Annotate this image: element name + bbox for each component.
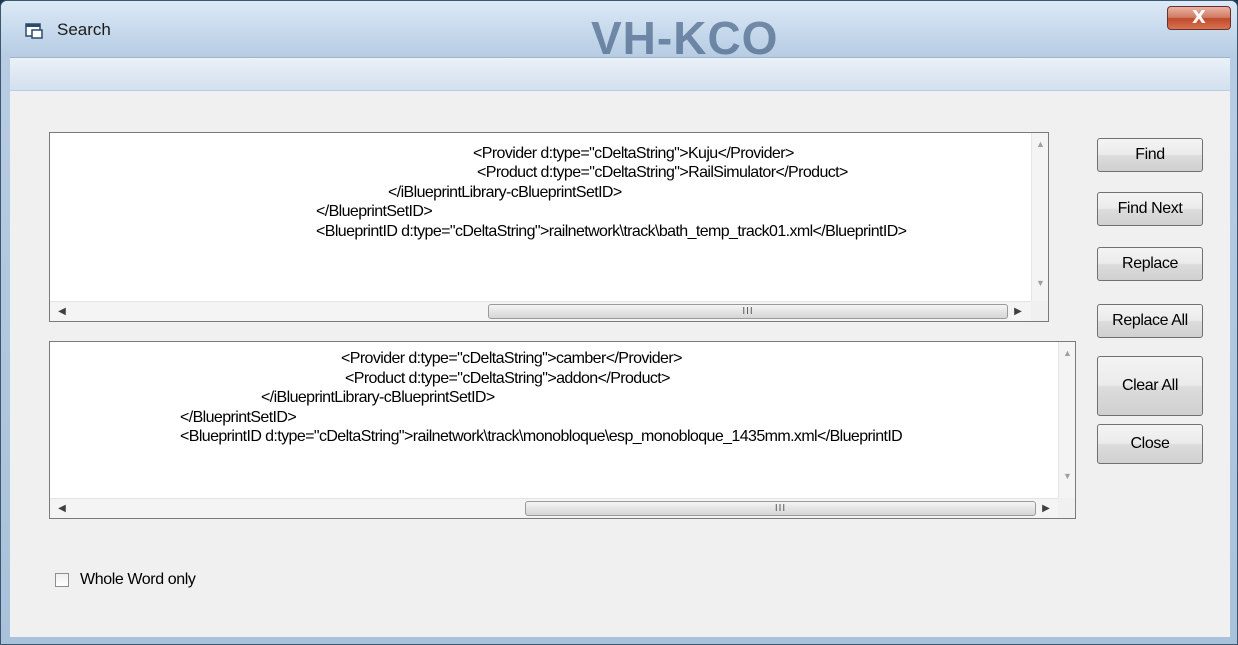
find-button[interactable]: Find [1097,138,1203,172]
grip-icon: III [742,306,754,317]
menu-strip [10,57,1230,90]
scroll-left-icon[interactable]: ◀ [52,499,72,518]
find-line-3: </iBlueprintLibrary-cBlueprintSetID> [388,184,622,201]
replace-all-button[interactable]: Replace All [1097,304,1203,338]
scrollbar-corner [1058,498,1075,518]
grip-icon: III [774,503,787,514]
scroll-up-icon[interactable]: ▲ [1032,136,1048,153]
search-dialog: VH-KCO Search X <Provider d:type="cDelta… [0,0,1238,645]
close-button[interactable]: Close [1097,424,1203,464]
replace-line-2: <Product d:type="cDeltaString">addon</Pr… [345,370,670,387]
whole-word-checkbox[interactable] [55,573,69,587]
title-bar[interactable]: VH-KCO Search X [1,1,1237,57]
replace-horizontal-scrollbar[interactable]: ◀ III ▶ [50,498,1058,518]
scroll-down-icon[interactable]: ▼ [1032,275,1048,292]
replace-line-4: </BlueprintSetID> [180,409,297,426]
background-wallpaper-text: VH-KCO [591,15,779,57]
replace-text-content: <Provider d:type="cDeltaString">camber</… [50,342,903,475]
scroll-down-icon[interactable]: ▼ [1059,468,1075,485]
scroll-up-icon[interactable]: ▲ [1059,345,1075,362]
find-vertical-scrollbar[interactable]: ▲ ▼ [1031,133,1048,303]
clear-all-button[interactable]: Clear All [1097,356,1203,416]
replace-line-5: <BlueprintID d:type="cDeltaString">railn… [180,428,903,445]
find-text-content: <Provider d:type="cDeltaString">Kuju</Pr… [50,133,907,266]
find-horizontal-scrollbar[interactable]: ◀ III ▶ [50,301,1031,321]
find-next-button[interactable]: Find Next [1097,192,1203,226]
replace-button[interactable]: Replace [1097,247,1203,281]
replace-line-1: <Provider d:type="cDeltaString">camber</… [341,350,682,367]
find-line-5: <BlueprintID d:type="cDeltaString">railn… [316,223,907,240]
replace-line-3: </iBlueprintLibrary-cBlueprintSetID> [261,389,495,406]
find-line-4: </BlueprintSetID> [316,203,433,220]
replace-textbox[interactable]: <Provider d:type="cDeltaString">camber</… [49,341,1076,519]
scroll-left-icon[interactable]: ◀ [52,302,72,321]
find-line-2: <Product d:type="cDeltaString">RailSimul… [477,164,848,181]
scroll-right-icon[interactable]: ▶ [1036,499,1056,518]
find-textbox[interactable]: <Provider d:type="cDeltaString">Kuju</Pr… [49,132,1049,322]
window-title: Search [57,20,111,39]
find-line-1: <Provider d:type="cDeltaString">Kuju</Pr… [473,145,794,162]
scrollbar-corner [1031,301,1048,321]
replace-vertical-scrollbar[interactable]: ▲ ▼ [1058,342,1075,500]
replace-scroll-thumb[interactable]: III [525,501,1036,516]
close-icon[interactable]: X [1167,6,1231,30]
find-scroll-thumb[interactable]: III [488,304,1008,319]
window-app-icon[interactable] [25,23,43,39]
whole-word-label[interactable]: Whole Word only [80,571,196,589]
scroll-right-icon[interactable]: ▶ [1008,302,1028,321]
